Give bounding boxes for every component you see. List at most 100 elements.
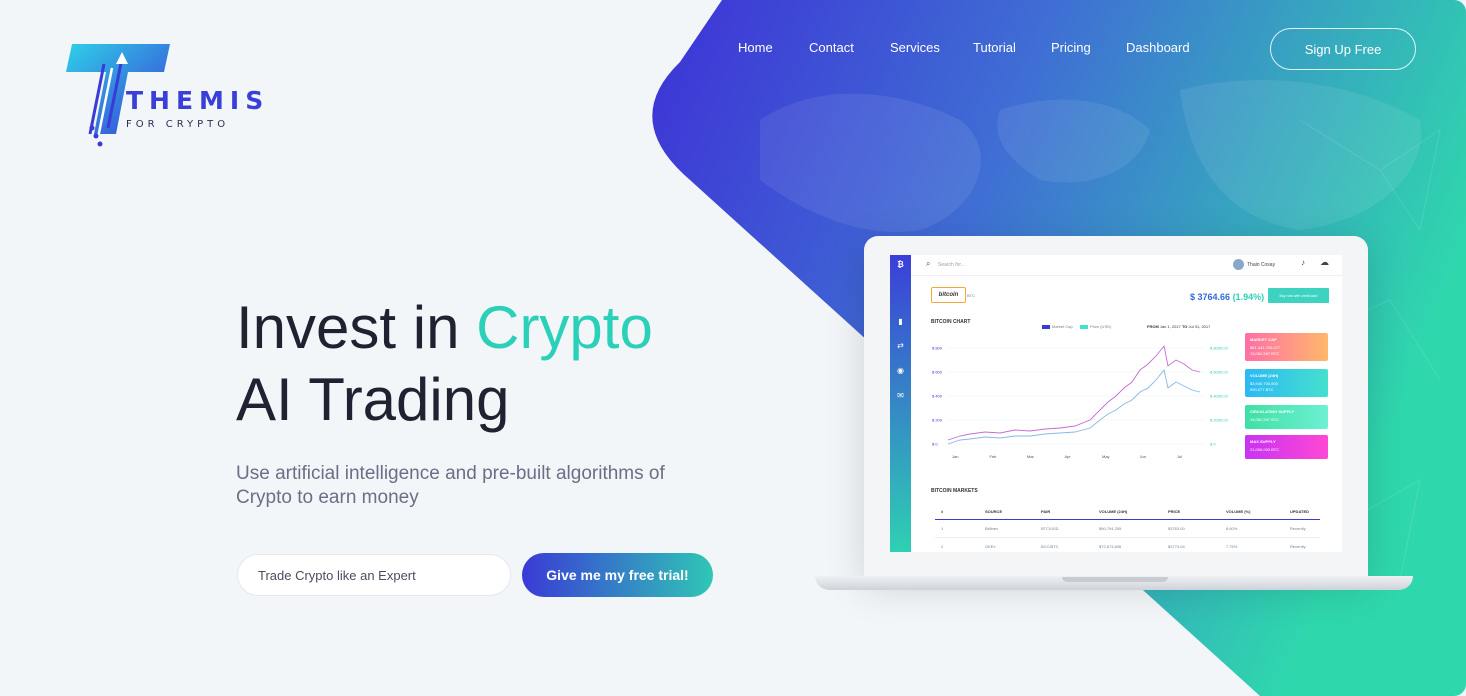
exchange-icon[interactable]: ⇄ <box>896 341 905 350</box>
left-tick-label: $ 0 <box>932 442 938 447</box>
table-row[interactable]: 1 Bitfinex BTC/USD $90,794,255 $3763.00 … <box>935 520 1320 538</box>
cell-price: $3763.00 <box>1168 526 1185 531</box>
max-supply-card[interactable]: MAX SUPPLY 21,000,000 BTC <box>1245 435 1328 459</box>
th-price: PRICE <box>1168 509 1181 514</box>
date-to[interactable]: Jul 31, 2017 <box>1189 324 1211 329</box>
th-pair: PAIR <box>1041 509 1051 514</box>
logo[interactable]: THEMIS FOR CRYPTO <box>66 42 266 152</box>
table-row[interactable]: 2 OKEx BCC/BTC $72,673,606 $3773.04 7.75… <box>935 538 1320 552</box>
month-label: Mar <box>1027 454 1035 459</box>
nav-dashboard[interactable]: Dashboard <box>1126 40 1190 55</box>
market-cap-line <box>947 344 1201 441</box>
mail-icon[interactable]: ✉ <box>896 391 905 400</box>
cell-source: OKEx <box>985 544 996 549</box>
th-updated: UPDATED <box>1290 509 1310 514</box>
chart-icon[interactable]: ▮ <box>896 317 905 326</box>
legend-swatch-market-cap <box>1042 325 1050 329</box>
month-label: Feb <box>990 454 998 459</box>
cell-pair: BCC/BTC <box>1041 544 1059 549</box>
circulating-supply-card[interactable]: CIRCULATING SUPPLY 15,062,597 BTC <box>1245 405 1328 429</box>
cell-volume: $72,673,606 <box>1099 544 1122 549</box>
cell-volume-pct: 7.75% <box>1226 544 1238 549</box>
cell-source: Bitfinex <box>985 526 999 531</box>
circulating-supply-title: CIRCULATING SUPPLY <box>1250 409 1295 414</box>
left-tick-label: $ 200 <box>932 418 943 423</box>
right-tick-label: $ 0 <box>1210 442 1216 447</box>
chart-left-ticks: $ 800 $ 600 $ 400 $ 200 $ 0 <box>932 346 943 447</box>
date-range: FROM Jan 1, 2017 TO Jul 31, 2017 <box>1147 324 1210 329</box>
dashboard-search[interactable]: Search for... <box>938 262 965 268</box>
coin-ticker: BTC <box>967 293 975 298</box>
coin-price: $ 3764.66 (1.94%) <box>1190 292 1264 302</box>
month-label: Jun <box>1140 454 1146 459</box>
left-tick-label: $ 800 <box>932 346 943 351</box>
chart-right-ticks: $ 8000.00 $ 6000.00 $ 4000.00 $ 2000.00 $ 0 <box>1210 346 1229 447</box>
left-tick-label: $ 600 <box>932 370 943 375</box>
landing-page: THEMIS FOR CRYPTO Home Contact Services … <box>0 0 1466 696</box>
nav-contact[interactable]: Contact <box>809 40 854 55</box>
hero-title: Invest in Crypto AI Trading <box>236 292 653 436</box>
market-cap-card[interactable]: MARKET CAP $61,441,700,077 13,062,597 BT… <box>1245 333 1328 361</box>
logo-tagline: FOR CRYPTO <box>126 119 230 130</box>
th-volume-pct: VOLUME (%) <box>1226 509 1251 514</box>
search-icon: ⌕ <box>926 259 931 268</box>
trial-input[interactable]: Trade Crypto like an Expert <box>237 554 511 596</box>
date-from-label: FROM <box>1147 324 1159 329</box>
left-tick-label: $ 400 <box>932 394 943 399</box>
right-tick-label: $ 2000.00 <box>1210 418 1229 423</box>
markets-title: BITCOIN MARKETS <box>931 488 978 494</box>
laptop-notch <box>1062 577 1168 582</box>
dashboard-topbar: ⌕ Search for... Thain Cosay ♪ ☁ <box>911 255 1342 276</box>
market-cap-title: MARKET CAP <box>1250 337 1277 342</box>
circulating-supply-value: 15,062,597 BTC <box>1250 417 1280 422</box>
legend-swatch-price <box>1080 325 1088 329</box>
bitcoin-icon[interactable]: ₿ <box>896 260 905 269</box>
table-header: # SOURCE PAIR VOLUME (24H) PRICE VOLUME … <box>935 507 1320 520</box>
coin-label: bitcoin <box>938 292 959 298</box>
cell-index: 2 <box>941 544 944 549</box>
cell-updated: Recently <box>1290 544 1306 549</box>
sign-up-button[interactable]: Sign Up Free <box>1270 28 1416 70</box>
coin-price-change: (1.94%) <box>1232 292 1265 302</box>
globe-icon[interactable]: ◉ <box>896 366 905 375</box>
market-cap-btc: 13,062,597 BTC <box>1250 351 1280 356</box>
legend-market-cap: Market Cap <box>1052 324 1073 329</box>
buy-button[interactable]: Buy now with credit card <box>1268 288 1329 303</box>
bell-icon[interactable]: ♪ <box>1301 258 1305 267</box>
nav-pricing[interactable]: Pricing <box>1051 40 1091 55</box>
volume-btc: 990,077 BTC <box>1250 387 1274 392</box>
max-supply-value: 21,000,000 BTC <box>1250 447 1280 452</box>
nav-home[interactable]: Home <box>738 40 773 55</box>
chart-month-labels: Jan Feb Mar Apr May Jun Jul <box>952 454 1182 459</box>
cloud-icon[interactable]: ☁ <box>1320 257 1329 268</box>
volume-card[interactable]: VOLUME (24H) $3,940,700,000 990,077 BTC <box>1245 369 1328 397</box>
dashboard-screen: ₿ ▮ ⇄ ◉ ✉ ⌕ Search for... Thain Cosay ♪ … <box>890 255 1342 552</box>
month-label: May <box>1102 454 1110 459</box>
nav-tutorial[interactable]: Tutorial <box>973 40 1016 55</box>
th-source: SOURCE <box>985 509 1003 514</box>
coin-badge: bitcoin <box>931 287 966 303</box>
th-index: # <box>941 509 944 514</box>
hero-title-line2: AI Trading <box>236 366 510 433</box>
month-label: Jul <box>1177 454 1182 459</box>
dashboard-sidebar: ₿ ▮ ⇄ ◉ ✉ <box>890 255 911 552</box>
bitcoin-chart: $ 800 $ 600 $ 400 $ 200 $ 0 $ 8000.00 $ 6000.… <box>932 344 1229 459</box>
right-tick-label: $ 8000.00 <box>1210 346 1229 351</box>
coin-price-value: $ 3764.66 <box>1190 292 1231 302</box>
volume-title: VOLUME (24H) <box>1250 373 1279 378</box>
hero-title-accent: Crypto <box>476 294 653 361</box>
logo-wordmark: THEMIS <box>126 86 270 115</box>
month-label: Jan <box>952 454 958 459</box>
cell-index: 1 <box>941 526 944 531</box>
th-volume: VOLUME (24H) <box>1099 509 1128 514</box>
market-cap-value: $61,441,700,077 <box>1250 345 1281 350</box>
hero-title-prefix: Invest in <box>236 294 477 361</box>
user-name: Thain Cosay <box>1247 262 1276 268</box>
avatar[interactable] <box>1233 259 1244 270</box>
nav-services[interactable]: Services <box>890 40 940 55</box>
date-from[interactable]: Jan 1, 2017 <box>1160 324 1181 329</box>
chart-title: BITCOIN CHART <box>931 319 971 325</box>
cell-updated: Recently <box>1290 526 1306 531</box>
markets-table: # SOURCE PAIR VOLUME (24H) PRICE VOLUME … <box>935 507 1320 552</box>
free-trial-button[interactable]: Give me my free trial! <box>522 553 713 597</box>
